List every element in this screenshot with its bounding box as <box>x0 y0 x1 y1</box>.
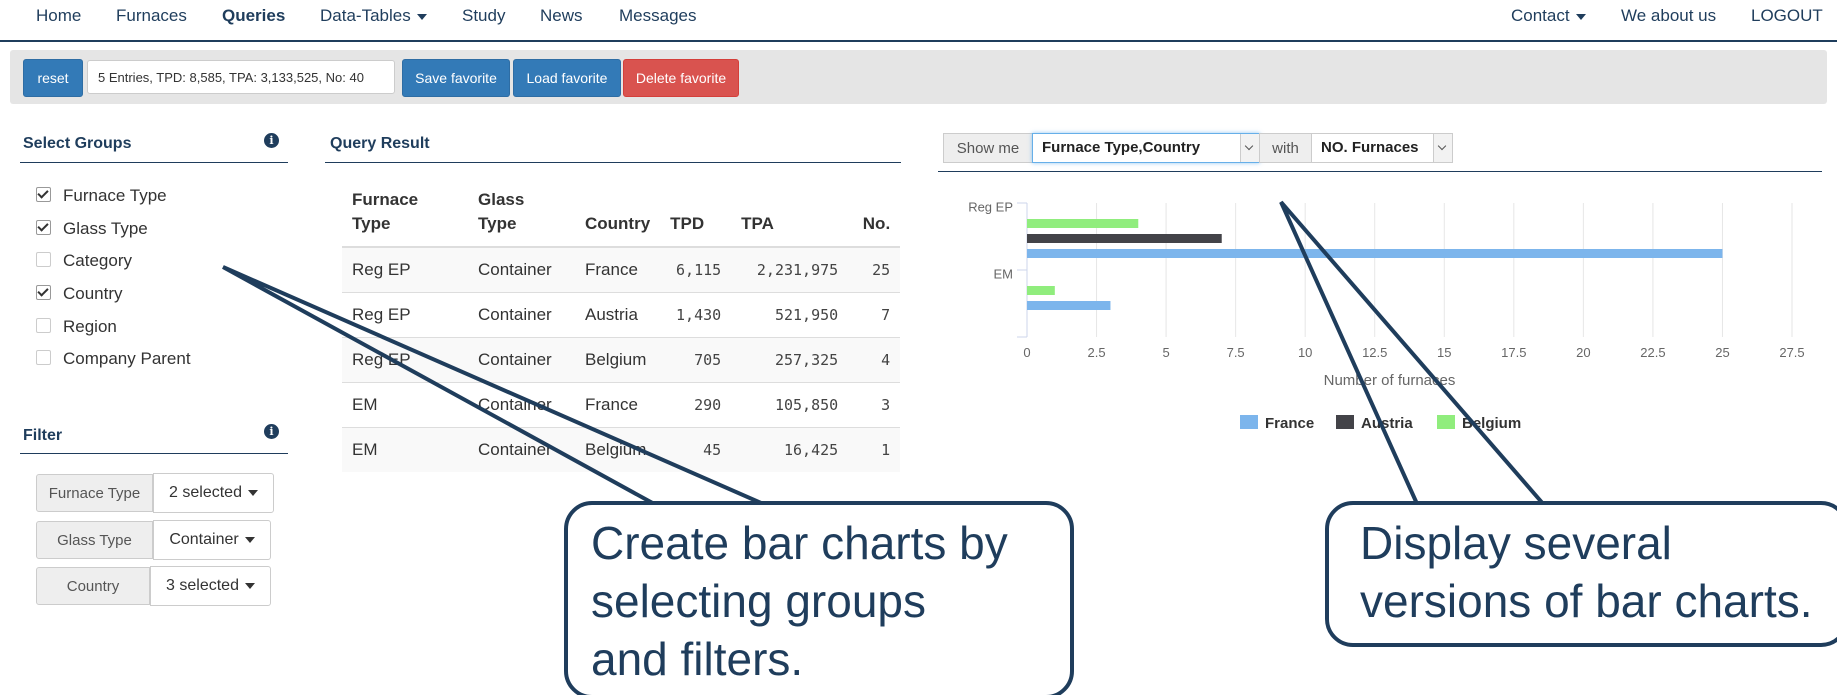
x-tick-label: 22.5 <box>1640 345 1665 360</box>
callout-line: versions of bar charts. <box>1360 575 1813 627</box>
x-tick-label: 10 <box>1298 345 1312 360</box>
bar <box>1027 286 1055 295</box>
bar <box>1027 219 1139 228</box>
callout-line: and filters. <box>591 633 804 685</box>
legend-label: Austria <box>1361 415 1413 432</box>
x-tick-label: 15 <box>1437 345 1451 360</box>
bar <box>1027 234 1222 243</box>
legend-label: France <box>1265 415 1314 432</box>
x-tick-label: 7.5 <box>1227 345 1245 360</box>
y-tick-label: EM <box>994 267 1014 282</box>
callout-line: Create bar charts by <box>591 517 1008 569</box>
bar <box>1027 301 1111 310</box>
legend-label: Belgium <box>1462 415 1521 432</box>
x-tick-label: 0 <box>1023 345 1030 360</box>
x-tick-label: 27.5 <box>1779 345 1804 360</box>
callout-line: Display several <box>1360 517 1672 569</box>
bar <box>1027 249 1723 258</box>
x-tick-label: 5 <box>1162 345 1169 360</box>
callout-right-text: Display several versions of bar charts. <box>1360 514 1813 630</box>
legend-swatch <box>1336 415 1354 429</box>
x-tick-label: 2.5 <box>1088 345 1106 360</box>
y-tick-label: Reg EP <box>968 200 1013 215</box>
x-tick-label: 25 <box>1715 345 1729 360</box>
x-tick-label: 12.5 <box>1362 345 1387 360</box>
x-tick-label: 17.5 <box>1501 345 1526 360</box>
legend-swatch <box>1437 415 1455 429</box>
legend-swatch <box>1240 415 1258 429</box>
x-tick-label: 20 <box>1576 345 1590 360</box>
x-axis-title: Number of furnaces <box>1324 372 1456 389</box>
callout-left-text: Create bar charts by selecting groups an… <box>591 514 1008 688</box>
callout-line: selecting groups <box>591 575 926 627</box>
